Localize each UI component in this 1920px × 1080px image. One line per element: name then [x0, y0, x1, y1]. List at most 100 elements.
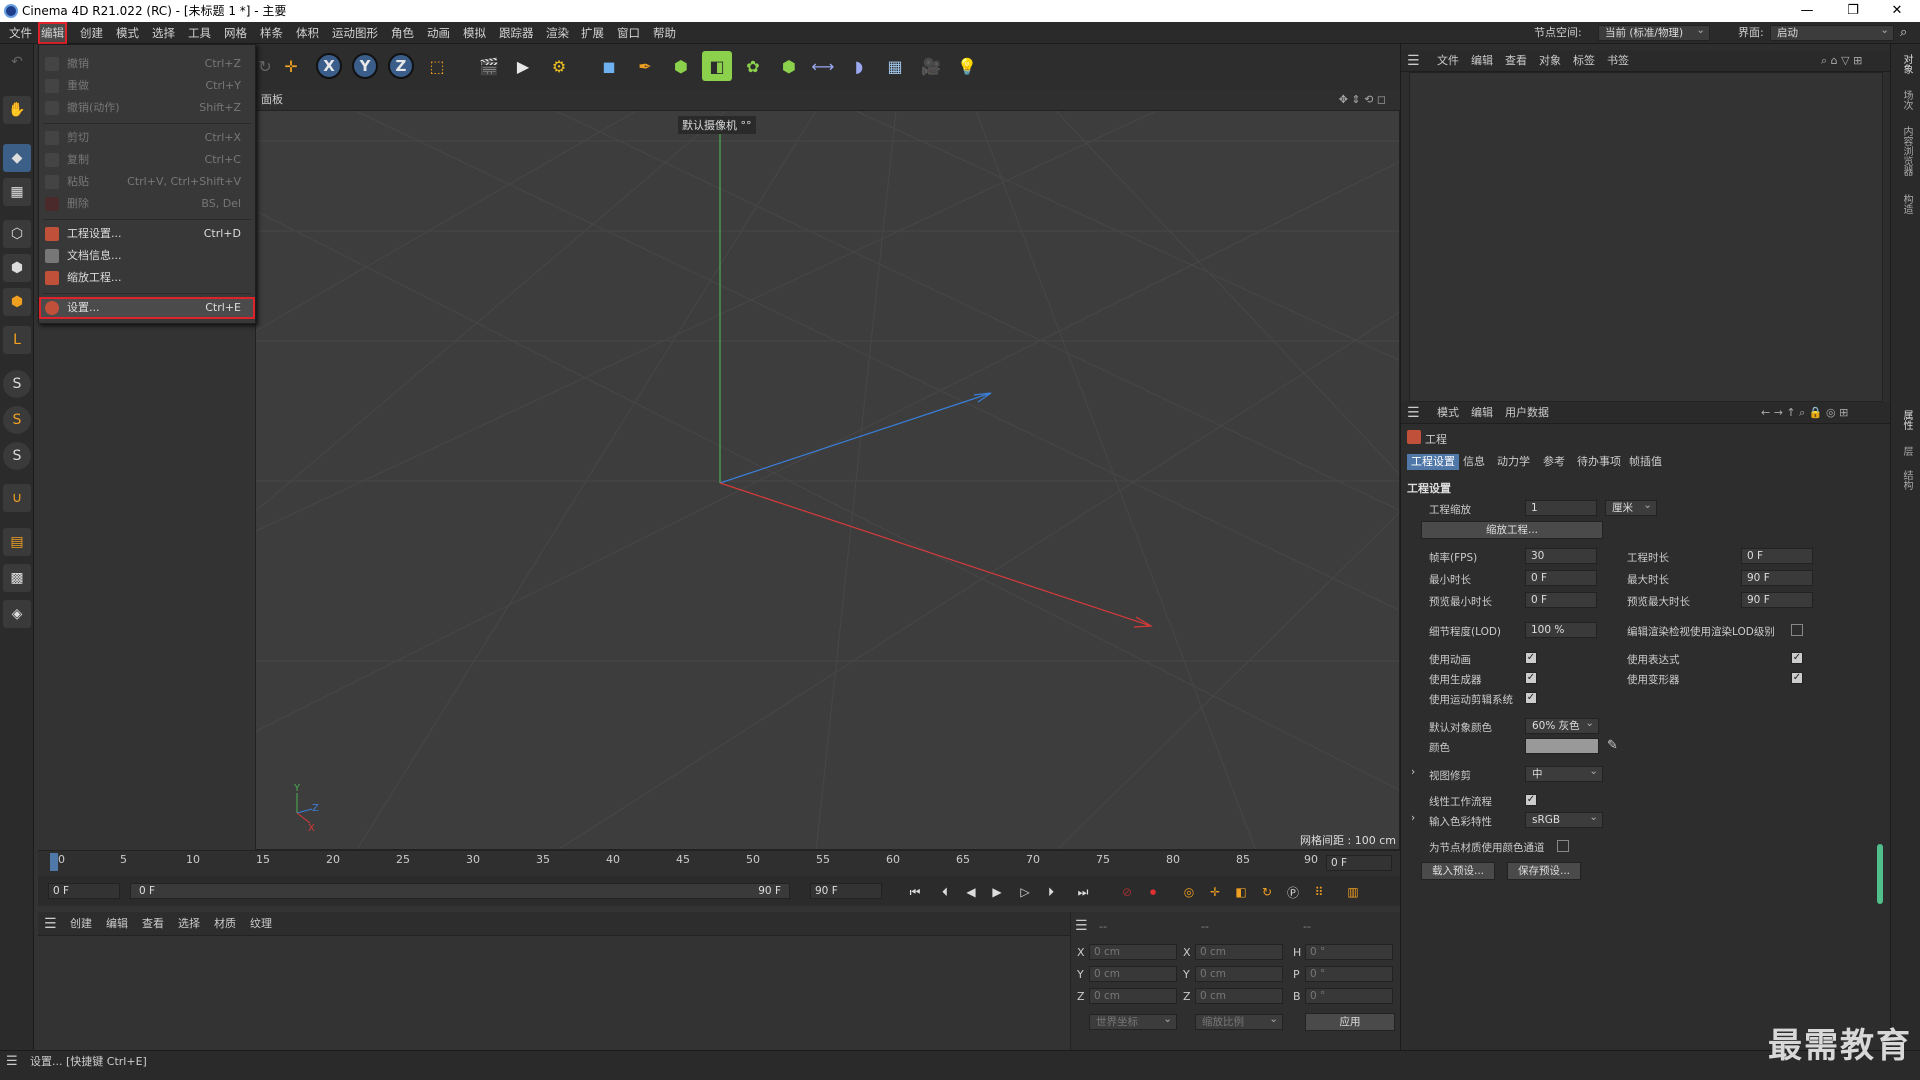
points-mode-icon[interactable]: ⬡ — [3, 220, 31, 248]
minimize-button[interactable]: — — [1784, 0, 1830, 22]
timeline-ruler[interactable]: 0 5 10 15 20 25 30 35 40 45 50 55 60 65 … — [38, 850, 1400, 876]
position-z-field[interactable]: 0 cm — [1089, 988, 1177, 1004]
menu-item-undo[interactable]: 撤销 Ctrl+Z — [39, 53, 255, 75]
parameter-key-icon[interactable]: Ⓟ — [1282, 882, 1304, 902]
menu-extensions[interactable]: 扩展 — [578, 22, 607, 44]
field-icon[interactable]: ◗ — [844, 51, 874, 81]
camera-icon[interactable]: 🎥 — [916, 51, 946, 81]
close-button[interactable]: ✕ — [1874, 0, 1920, 22]
preview-range-slider[interactable]: 0 F 90 F — [130, 883, 790, 899]
expand-arrow-icon[interactable]: › — [1411, 812, 1415, 824]
menu-simulate[interactable]: 模拟 — [460, 22, 489, 44]
view-clipping-select[interactable]: 中 — [1525, 764, 1603, 782]
om-menu-object[interactable]: 对象 — [1539, 50, 1561, 72]
menu-select[interactable]: 选择 — [149, 22, 178, 44]
menu-spline[interactable]: 样条 — [257, 22, 286, 44]
size-x-field[interactable]: 0 cm — [1195, 944, 1283, 960]
workplane-mode-icon[interactable]: ◈ — [3, 600, 31, 628]
size-z-field[interactable]: 0 cm — [1195, 988, 1283, 1004]
hamburger-icon[interactable]: ☰ — [1407, 50, 1420, 72]
go-to-start-icon[interactable]: ⏮ — [904, 882, 926, 902]
position-key-icon[interactable]: ✛ — [1204, 882, 1226, 902]
mat-menu-select[interactable]: 选择 — [178, 912, 200, 936]
vtab-structure[interactable]: 构造 — [1899, 194, 1914, 214]
menu-mesh[interactable]: 网格 — [221, 22, 250, 44]
scale-project-button[interactable]: 缩放工程... — [1421, 521, 1603, 539]
menu-create[interactable]: 创建 — [77, 22, 106, 44]
camera-label[interactable]: 默认摄像机 °° — [678, 116, 756, 134]
om-toolbar-icons[interactable]: ⌕ ⌂ ▽ ⊞ — [1821, 50, 1862, 72]
end-frame-field[interactable]: 90 F — [810, 883, 882, 899]
node-space-select[interactable]: 当前 (标准/物理) — [1598, 23, 1710, 41]
om-menu-view[interactable]: 查看 — [1505, 50, 1527, 72]
max-time-field[interactable]: 90 F — [1741, 570, 1813, 586]
save-preset-button[interactable]: 保存预设... — [1507, 862, 1581, 880]
previous-frame-icon[interactable]: ◀ — [960, 882, 982, 902]
z-axis-lock-icon[interactable]: Z — [388, 53, 414, 79]
menu-item-copy[interactable]: 复制 Ctrl+C — [39, 149, 255, 171]
hamburger-icon[interactable]: ☰ — [6, 1051, 18, 1073]
use-deformers-checkbox[interactable]: ✓ — [1791, 672, 1803, 684]
deformer-icon[interactable]: ⟷ — [808, 51, 838, 81]
menu-mograph[interactable]: 运动图形 — [329, 22, 381, 44]
menu-help[interactable]: 帮助 — [650, 22, 679, 44]
previous-key-icon[interactable]: ⏴ — [934, 882, 956, 902]
project-scale-unit-select[interactable]: 厘米 — [1605, 498, 1657, 516]
subdivision-icon[interactable]: ⬢ — [666, 51, 696, 81]
playhead[interactable] — [50, 853, 58, 871]
record-disabled-icon[interactable]: ⊘ — [1116, 882, 1138, 902]
om-menu-bookmarks[interactable]: 书签 — [1607, 50, 1629, 72]
eyedropper-icon[interactable]: ✎ — [1607, 738, 1618, 753]
input-color-profile-select[interactable]: sRGB — [1525, 810, 1603, 828]
menu-volume[interactable]: 体积 — [293, 22, 322, 44]
default-color-select[interactable]: 60% 灰色 — [1525, 716, 1599, 734]
menu-item-delete[interactable]: 删除 BS, Del — [39, 193, 255, 215]
om-menu-file[interactable]: 文件 — [1437, 50, 1459, 72]
lod-field[interactable]: 100 % — [1525, 622, 1597, 638]
vtab-layers[interactable]: 层 — [1899, 446, 1914, 456]
menu-render[interactable]: 渲染 — [543, 22, 572, 44]
rotation-key-icon[interactable]: ↻ — [1256, 882, 1278, 902]
cube-icon[interactable]: ◼ — [594, 51, 624, 81]
axis-mode-icon[interactable]: L — [3, 326, 31, 354]
render-settings-icon[interactable]: ⚙ — [544, 51, 574, 81]
use-generators-checkbox[interactable]: ✓ — [1525, 672, 1537, 684]
menu-character[interactable]: 角色 — [388, 22, 417, 44]
y-axis-lock-icon[interactable]: Y — [352, 53, 378, 79]
menu-item-document-info[interactable]: 文档信息... — [39, 245, 255, 267]
search-icon[interactable]: ⌕ — [1900, 25, 1907, 41]
linear-workflow-checkbox[interactable]: ✓ — [1525, 794, 1537, 806]
point-level-icon[interactable]: ⠿ — [1308, 882, 1330, 902]
timeline-window-icon[interactable]: ▥ — [1342, 882, 1364, 902]
mograph-cloner-icon[interactable]: ⬢ — [774, 51, 804, 81]
workplane-icon[interactable]: ▤ — [3, 528, 31, 556]
vtab-structure2[interactable]: 结构 — [1899, 470, 1914, 490]
menu-file[interactable]: 文件 — [6, 22, 35, 44]
tab-todo[interactable]: 待办事项 — [1573, 454, 1625, 470]
mat-menu-texture[interactable]: 纹理 — [250, 912, 272, 936]
expand-arrow-icon[interactable]: › — [1411, 766, 1415, 778]
next-frame-icon[interactable]: ▷ — [1014, 882, 1036, 902]
light-icon[interactable]: 💡 — [952, 51, 982, 81]
make-editable-icon[interactable]: ✋ — [3, 96, 31, 124]
project-time-field[interactable]: 0 F — [1741, 548, 1813, 564]
tab-project-settings[interactable]: 工程设置 — [1407, 454, 1459, 470]
restore-button[interactable]: ❐ — [1830, 0, 1876, 22]
coordinate-mode-select[interactable]: 世界坐标 — [1089, 1012, 1177, 1030]
menu-item-paste[interactable]: 粘贴 Ctrl+V, Ctrl+Shift+V — [39, 171, 255, 193]
min-time-field[interactable]: 0 F — [1525, 570, 1597, 586]
keyframe-selection-icon[interactable]: ◎ — [1178, 882, 1200, 902]
material-manager-area[interactable] — [38, 936, 1070, 1050]
tab-dynamics[interactable]: 动力学 — [1493, 454, 1534, 470]
am-toolbar-icons[interactable]: ← → ↑ ⌕ 🔒 ◎ ⊞ — [1761, 402, 1848, 424]
use-motion-checkbox[interactable]: ✓ — [1525, 692, 1537, 704]
menu-window[interactable]: 窗口 — [614, 22, 643, 44]
panel-menu[interactable]: 面板 — [261, 93, 283, 106]
tab-key-interpolation[interactable]: 帧插值 — [1625, 454, 1666, 470]
mat-menu-view[interactable]: 查看 — [142, 912, 164, 936]
go-to-end-icon[interactable]: ⏭ — [1072, 882, 1094, 902]
scrollbar[interactable] — [1877, 844, 1883, 904]
om-menu-tags[interactable]: 标签 — [1573, 50, 1595, 72]
magnet-icon[interactable]: ∪ — [3, 484, 31, 512]
hamburger-icon[interactable]: ☰ — [1075, 918, 1088, 934]
